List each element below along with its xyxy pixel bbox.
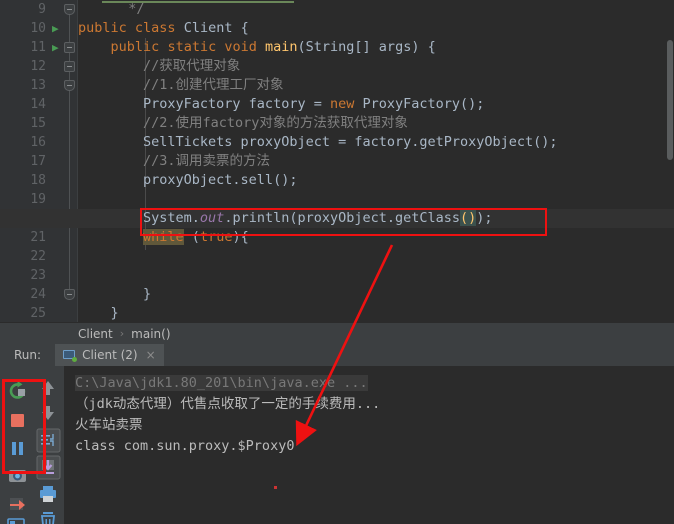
code-comment-2: //1.创建代理工厂对象	[78, 77, 284, 93]
code-comment-3: //2.使用factory对象的方法获取代理对象	[78, 115, 408, 131]
code-line-sell: proxyObject.sell();	[78, 172, 298, 188]
line-number: 14	[30, 97, 46, 112]
line-number: 15	[30, 116, 46, 131]
kw-public: public	[78, 20, 127, 36]
ide-window: 910▶11▶1213141516171819202122232425 */ p…	[0, 0, 674, 524]
fold-marker[interactable]	[64, 4, 75, 15]
fold-marker[interactable]	[64, 61, 75, 72]
console-line-2: 火车站卖票	[75, 417, 143, 433]
console-output[interactable]: C:\Java\jdk1.80_201\bin\java.exe ... （jd…	[66, 366, 674, 524]
code-line-selltickets: SellTickets proxyObject = factory.getPro…	[78, 134, 558, 150]
run-gutter-icon[interactable]: ▶	[52, 19, 63, 38]
line-number: 13	[30, 78, 46, 93]
line-number: 24	[30, 287, 46, 302]
method-name-main: main	[265, 39, 298, 55]
kw-class: class	[134, 20, 176, 36]
fold-marker[interactable]	[64, 289, 75, 300]
fold-marker[interactable]	[64, 42, 75, 53]
kw-new: new	[329, 96, 355, 112]
run-gutter-icon[interactable]: ▶	[52, 38, 63, 57]
code-comment-end: */	[112, 1, 145, 17]
class-name-client: Client	[183, 20, 233, 36]
line-number: 18	[30, 173, 46, 188]
console-line-1: （jdk动态代理）代售点收取了一定的手续费用...	[75, 396, 381, 412]
code-brace-method: }	[78, 305, 119, 321]
run-console-panel: C:\Java\jdk1.80_201\bin\java.exe ... （jd…	[0, 366, 674, 524]
line-number: 17	[30, 154, 46, 169]
line-number: 12	[30, 59, 46, 74]
line-number: 22	[30, 249, 46, 264]
run-label: Run:	[14, 348, 42, 362]
close-icon[interactable]: ×	[146, 348, 156, 362]
breadcrumb-class[interactable]: Client	[78, 327, 113, 341]
code-text-area[interactable]: */ public class Client { public static v…	[78, 0, 674, 322]
print-button[interactable]	[34, 480, 62, 508]
fold-marker[interactable]	[64, 80, 75, 91]
code-editor[interactable]: 910▶11▶1213141516171819202122232425 */ p…	[0, 0, 674, 322]
line-number: 11	[30, 40, 46, 55]
line-number: 25	[30, 306, 46, 321]
kw-void: void	[224, 39, 257, 55]
run-configuration-icon	[63, 349, 78, 362]
run-tab-client[interactable]: Client (2) ×	[55, 344, 164, 366]
kw-public2: public	[110, 39, 160, 55]
code-brace-inner: }	[78, 286, 152, 302]
line-number: 9	[38, 2, 46, 17]
line-number: 23	[30, 268, 46, 283]
code-comment-1: //获取代理对象	[78, 58, 241, 74]
console-line-command: C:\Java\jdk1.80_201\bin\java.exe ...	[75, 375, 368, 391]
highlight-box-run-controls	[2, 379, 46, 474]
line-number: 19	[30, 192, 46, 207]
kw-static: static	[167, 39, 217, 55]
chevron-right-icon: ›	[119, 327, 125, 340]
console-line-3: class com.sun.proxy.$Proxy0	[75, 438, 295, 454]
breadcrumb[interactable]: Client › main()	[0, 322, 674, 344]
clear-all-button[interactable]	[34, 507, 62, 524]
line-number: 16	[30, 135, 46, 150]
line-number: 21	[30, 230, 46, 245]
pin-tab-button[interactable]	[3, 490, 31, 518]
run-tool-window-header: Run: Client (2) ×	[0, 344, 674, 366]
editor-scrollbar-thumb[interactable]	[667, 40, 673, 160]
highlight-box-println-statement	[140, 208, 547, 236]
breadcrumb-method[interactable]: main()	[131, 327, 170, 341]
console-settings-button[interactable]	[3, 516, 31, 524]
editor-scrollbar[interactable]	[666, 0, 674, 322]
line-number: 10	[30, 21, 46, 36]
code-comment-4: //3.调用卖票的方法	[78, 153, 271, 169]
run-tab-label: Client (2)	[82, 348, 138, 362]
cursor-dot	[274, 486, 277, 489]
